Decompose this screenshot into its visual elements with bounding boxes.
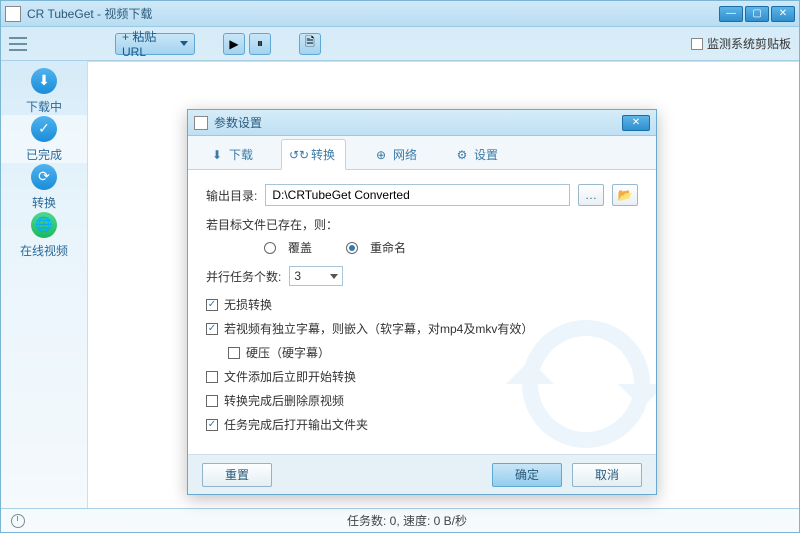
monitor-clipboard-checkbox[interactable]	[691, 38, 703, 50]
delete-source-checkbox[interactable]	[206, 395, 218, 407]
cancel-label: 取消	[595, 466, 619, 483]
embed-subtitle-checkbox[interactable]	[206, 323, 218, 335]
parallel-value: 3	[294, 269, 301, 283]
ok-label: 确定	[515, 466, 539, 483]
dialog-title: 参数设置	[214, 114, 622, 131]
file-exists-label: 若目标文件已存在，则：	[206, 216, 338, 233]
parallel-tasks-label: 并行任务个数:	[206, 268, 281, 285]
close-button[interactable]: ✕	[771, 6, 795, 22]
reset-label: 重置	[225, 466, 249, 483]
delete-source-label: 转换完成后删除原视频	[224, 392, 344, 409]
sidebar-item-label: 在线视频	[20, 242, 68, 259]
tab-label: 网络	[393, 146, 417, 163]
overwrite-radio[interactable]	[264, 242, 276, 254]
rename-radio[interactable]	[346, 242, 358, 254]
network-icon: ⊕	[374, 148, 388, 162]
menu-icon[interactable]	[9, 37, 27, 51]
browse-button[interactable]: …	[578, 184, 604, 206]
parallel-tasks-select[interactable]: 3	[289, 266, 343, 286]
sidebar-item-completed[interactable]: ✓ 已完成	[1, 115, 87, 163]
open-output-label: 任务完成后打开输出文件夹	[224, 416, 368, 433]
open-output-checkbox[interactable]	[206, 419, 218, 431]
status-text: 任务数: 0, 速度: 0 B/秒	[25, 512, 789, 529]
tab-convert[interactable]: ↺↻ 转换	[281, 139, 346, 170]
convert-icon: ⟳	[31, 164, 57, 190]
output-dir-input[interactable]	[265, 184, 570, 206]
tab-download[interactable]: ⬇ 下载	[200, 140, 263, 169]
maximize-button[interactable]: ▢	[745, 6, 769, 22]
toolbar: + 粘贴URL ▶ ⏸ 🗎 监测系统剪贴板	[1, 27, 799, 61]
convert-icon: ↺↻	[292, 148, 306, 162]
dropdown-arrow-icon	[180, 41, 188, 46]
sidebar-item-label: 下载中	[26, 98, 62, 115]
window-title: CR TubeGet - 视频下载	[27, 5, 719, 22]
tab-label: 下载	[229, 146, 253, 163]
paste-url-button[interactable]: + 粘贴URL	[115, 33, 195, 55]
paste-url-label: + 粘贴URL	[122, 28, 180, 59]
output-dir-label: 输出目录:	[206, 187, 257, 204]
ok-button[interactable]: 确定	[492, 463, 562, 487]
open-folder-button[interactable]: 📂	[612, 184, 638, 206]
download-icon: ⬇	[31, 68, 57, 94]
sidebar: ⬇ 下载中 ✓ 已完成 ⟳ 转换 🌐 在线视频	[1, 61, 87, 508]
convert-bg-icon	[506, 304, 656, 454]
tab-network[interactable]: ⊕ 网络	[364, 140, 427, 169]
lossless-label: 无损转换	[224, 296, 272, 313]
chevron-down-icon	[330, 274, 338, 279]
sidebar-item-online-video[interactable]: 🌐 在线视频	[1, 211, 87, 259]
status-bar: 任务数: 0, 速度: 0 B/秒	[1, 508, 799, 532]
sidebar-item-label: 已完成	[26, 146, 62, 163]
hard-subtitle-label: 硬压（硬字幕）	[246, 344, 330, 361]
app-icon	[5, 6, 21, 22]
settings-dialog: 参数设置 ✕ ⬇ 下载 ↺↻ 转换 ⊕ 网络 ⚙ 设置 输出目录: … 📂 若目标文件已…	[187, 109, 657, 495]
embed-subtitle-label: 若视频有独立字幕，则嵌入（软字幕，对mp4及mkv有效）	[224, 320, 533, 337]
reset-button[interactable]: 重置	[202, 463, 272, 487]
sidebar-item-downloading[interactable]: ⬇ 下载中	[1, 67, 87, 115]
pause-all-button[interactable]: ⏸	[249, 33, 271, 55]
start-all-button[interactable]: ▶	[223, 33, 245, 55]
overwrite-label: 覆盖	[288, 239, 312, 256]
dialog-icon	[194, 116, 208, 130]
dialog-tabs: ⬇ 下载 ↺↻ 转换 ⊕ 网络 ⚙ 设置	[188, 136, 656, 170]
gear-icon: ⚙	[455, 148, 469, 162]
download-icon: ⬇	[210, 148, 224, 162]
cancel-button[interactable]: 取消	[572, 463, 642, 487]
lossless-checkbox[interactable]	[206, 299, 218, 311]
title-bar: CR TubeGet - 视频下载 — ▢ ✕	[1, 1, 799, 27]
sidebar-item-label: 转换	[32, 194, 56, 211]
monitor-clipboard-label: 监测系统剪贴板	[707, 35, 791, 52]
clock-icon[interactable]	[11, 514, 25, 528]
tab-settings[interactable]: ⚙ 设置	[445, 140, 508, 169]
hard-subtitle-checkbox[interactable]	[228, 347, 240, 359]
tab-label: 转换	[311, 146, 335, 163]
dialog-title-bar[interactable]: 参数设置 ✕	[188, 110, 656, 136]
rename-label: 重命名	[370, 239, 406, 256]
delete-button[interactable]: 🗎	[299, 33, 321, 55]
tab-label: 设置	[474, 146, 498, 163]
sidebar-item-convert[interactable]: ⟳ 转换	[1, 163, 87, 211]
check-icon: ✓	[31, 116, 57, 142]
minimize-button[interactable]: —	[719, 6, 743, 22]
globe-icon: 🌐	[31, 212, 57, 238]
start-on-add-checkbox[interactable]	[206, 371, 218, 383]
start-on-add-label: 文件添加后立即开始转换	[224, 368, 356, 385]
dialog-close-button[interactable]: ✕	[622, 115, 650, 131]
